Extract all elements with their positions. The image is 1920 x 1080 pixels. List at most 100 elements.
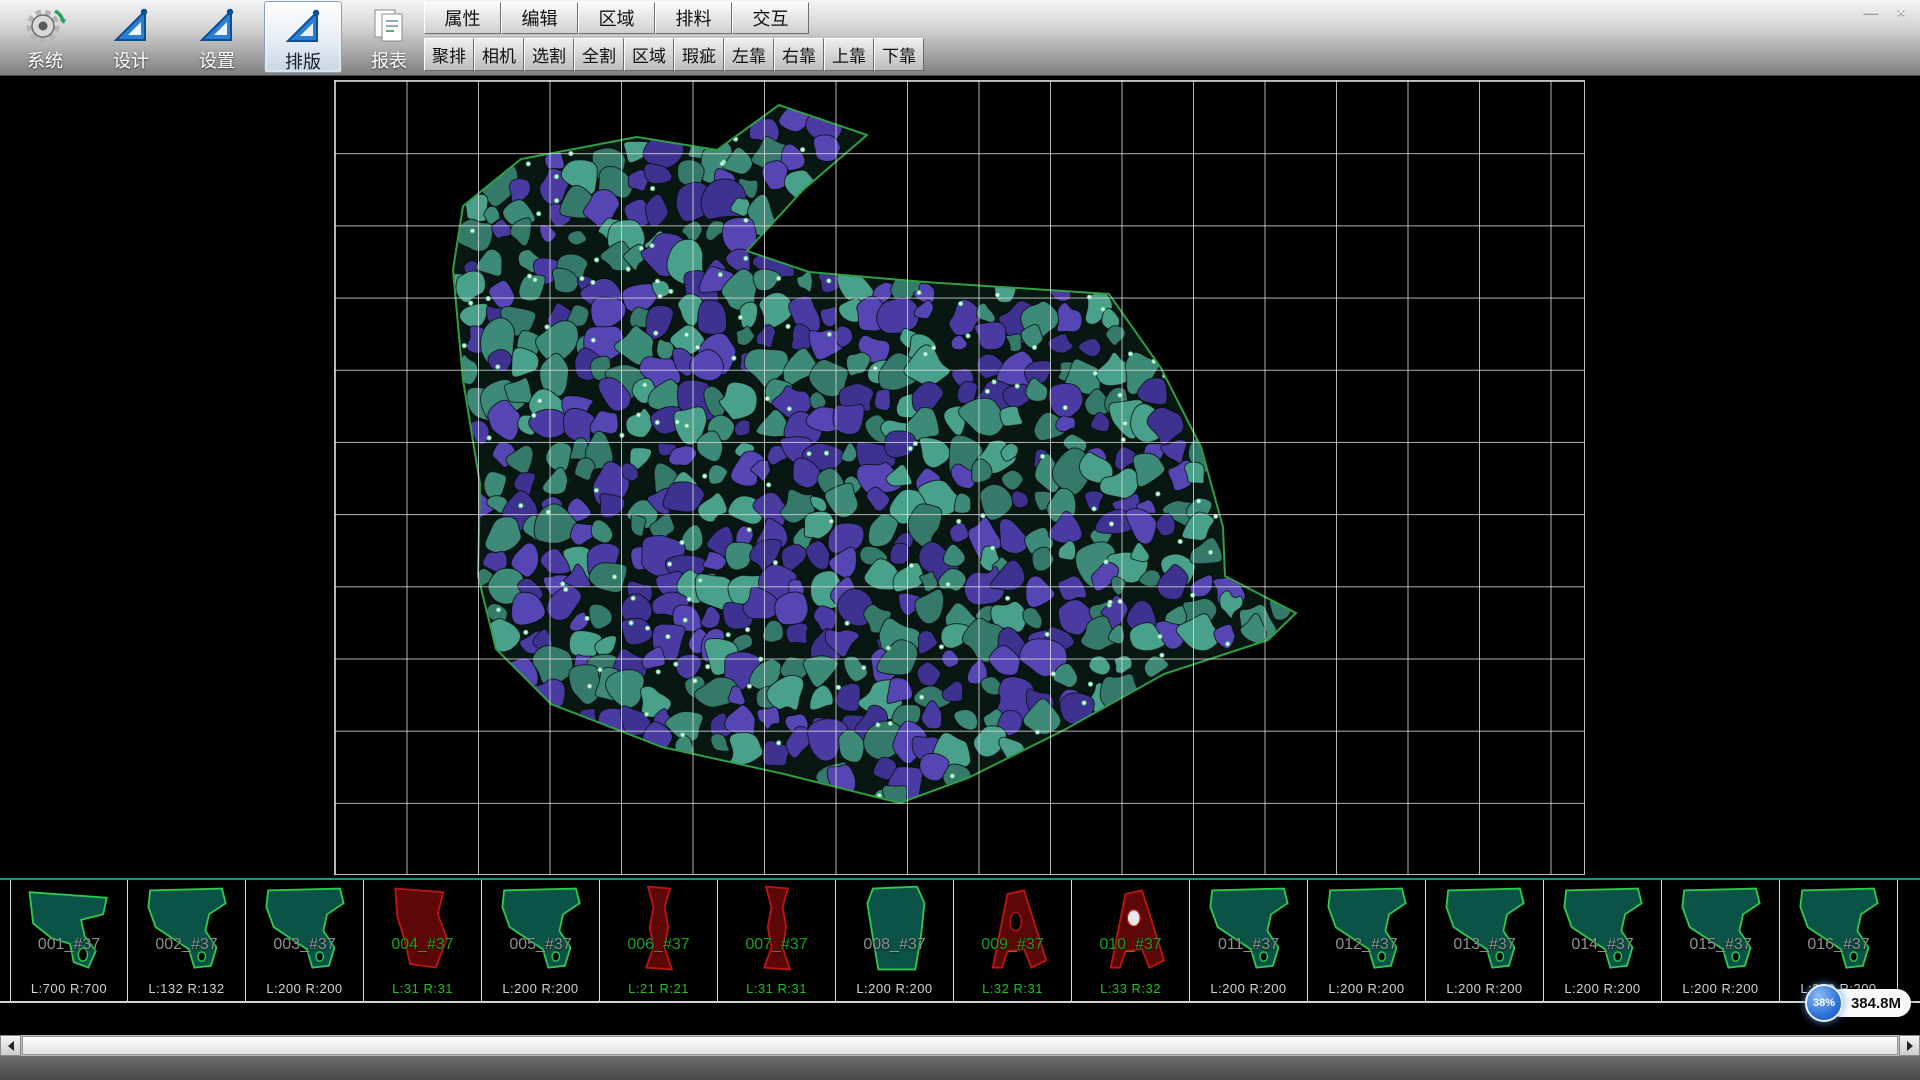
piece-name: 015_#37: [1662, 936, 1779, 954]
report-icon: [367, 5, 411, 45]
piece-thumbnail[interactable]: 002_#37 L:132 R:132: [128, 880, 246, 1001]
piece-name: 012_#37: [1308, 936, 1425, 954]
menu-tab-nesting[interactable]: 排料: [655, 2, 732, 34]
action-cut-all[interactable]: 全割: [574, 38, 624, 71]
piece-counts: L:200 R:200: [1662, 981, 1779, 996]
toolbar-button-report[interactable]: 报表: [350, 1, 428, 73]
toolbar-button-label: 排版: [285, 48, 321, 74]
piece-thumbnail[interactable]: 016_#37L:200 R:200: [1780, 880, 1898, 1001]
bottom-status-bar: [0, 1056, 1920, 1080]
piece-thumbnail[interactable]: 015_#37 L:200 R:200: [1662, 880, 1780, 1001]
piece-name: 016_#37: [1780, 936, 1897, 954]
piece-shape: [255, 883, 355, 975]
piece-thumbnail[interactable]: 010_#37 L:33 R:32: [1072, 880, 1190, 1001]
action-select-cut[interactable]: 选割: [524, 38, 574, 71]
action-toolbar: 聚排相机选割全割区域瑕疵左靠右靠上靠下靠: [424, 38, 924, 71]
set-square-icon: [109, 5, 153, 45]
close-button[interactable]: ×: [1890, 3, 1912, 21]
piece-counts: L:200 R:200: [1308, 981, 1425, 996]
action-snap-top[interactable]: 上靠: [824, 38, 874, 71]
piece-thumbnail[interactable]: 001_#37 L:700 R:700: [10, 880, 128, 1001]
piece-counts: L:132 R:132: [128, 981, 245, 996]
toolbar-button-label: 设计: [113, 47, 149, 73]
toolbar-button-design[interactable]: 设计: [92, 1, 170, 73]
toolbar-button-label: 系统: [27, 47, 63, 73]
piece-counts: L:21 R:21: [600, 981, 717, 996]
piece-name: 014_#37: [1544, 936, 1661, 954]
action-defect[interactable]: 瑕疵: [674, 38, 724, 71]
piece-thumbnail[interactable]: 009_#37L:32 R:31: [954, 880, 1072, 1001]
piece-name: 002_#37: [128, 936, 245, 954]
scroll-right-button[interactable]: [1899, 1035, 1920, 1056]
piece-name: 005_#37: [482, 936, 599, 954]
scroll-thumb[interactable]: [22, 1036, 1898, 1055]
action-region[interactable]: 区域: [624, 38, 674, 71]
progress-value: 38%: [1813, 997, 1835, 1009]
piece-counts: L:700 R:700: [11, 981, 127, 996]
piece-counts: L:200 R:200: [246, 981, 363, 996]
horizontal-scrollbar[interactable]: [0, 1035, 1920, 1056]
toolbar-button-layout[interactable]: 排版: [264, 1, 342, 73]
toolbar-button-system[interactable]: 系统: [6, 1, 84, 73]
piece-shape: [1789, 883, 1889, 975]
progress-badge[interactable]: 38%: [1805, 984, 1843, 1022]
action-cluster-nest[interactable]: 聚排: [424, 38, 474, 71]
action-snap-right[interactable]: 右靠: [774, 38, 824, 71]
piece-thumbnail[interactable]: 011_#37L:200 R:200: [1190, 880, 1308, 1001]
piece-thumbnail[interactable]: 012_#37 L:200 R:200: [1308, 880, 1426, 1001]
piece-shape: [1671, 883, 1771, 975]
menu-tab-region[interactable]: 区域: [578, 2, 655, 34]
piece-name: 003_#37: [246, 936, 363, 954]
piece-thumbnail[interactable]: 013_#37L:200 R:200: [1426, 880, 1544, 1001]
piece-shape: [727, 883, 827, 975]
scroll-left-button[interactable]: [0, 1035, 21, 1056]
piece-name: 008_#37: [836, 936, 953, 954]
piece-thumbnail[interactable]: 008_#37L:200 R:200: [836, 880, 954, 1001]
piece-thumbnail[interactable]: 005_#37 L:200 R:200: [482, 880, 600, 1001]
action-snap-bottom[interactable]: 下靠: [874, 38, 924, 71]
piece-counts: L:31 R:31: [718, 981, 835, 996]
right-arrow-icon: [1907, 1041, 1913, 1051]
hide-shape[interactable]: [0, 76, 1920, 878]
piece-shape: [20, 883, 120, 975]
toolbar-button-label: 设置: [199, 47, 235, 73]
set-square-icon: [195, 5, 239, 45]
piece-name: 007_#37: [718, 936, 835, 954]
action-camera[interactable]: 相机: [474, 38, 524, 71]
piece-counts: L:200 R:200: [482, 981, 599, 996]
piece-shape: [1553, 883, 1653, 975]
piece-thumbnail[interactable]: 004_#37 L:31 R:31: [364, 880, 482, 1001]
piece-thumbnail[interactable]: 007_#37 L:31 R:31: [718, 880, 836, 1001]
menu-tab-properties[interactable]: 属性: [424, 2, 501, 34]
piece-thumbnail[interactable]: 014_#37L:200 R:200: [1544, 880, 1662, 1001]
piece-name: 001_#37: [11, 936, 127, 954]
app-toolbar: 系统 设计 设置 排版 报表: [6, 1, 428, 75]
piece-name: 004_#37: [364, 936, 481, 954]
piece-counts: L:31 R:31: [364, 981, 481, 996]
menu-tab-bar: 属性编辑区域排料交互: [424, 2, 809, 34]
piece-name: 010_#37: [1072, 936, 1189, 954]
piece-shape: [963, 883, 1063, 975]
piece-shape: [373, 883, 473, 975]
piece-counts: L:33 R:32: [1072, 981, 1189, 996]
piece-thumbnail[interactable]: 006_#37L:21 R:21: [600, 880, 718, 1001]
piece-name: 011_#37: [1190, 936, 1307, 954]
minimize-button[interactable]: —: [1860, 3, 1882, 21]
piece-thumbnail[interactable]: 003_#37 L:200 R:200: [246, 880, 364, 1001]
toolbar-button-settings[interactable]: 设置: [178, 1, 256, 73]
nesting-canvas[interactable]: [0, 76, 1920, 878]
piece-counts: L:200 R:200: [1426, 981, 1543, 996]
piece-shape: [1081, 883, 1181, 975]
piece-shape: [1199, 883, 1299, 975]
window-controls: — ×: [1860, 3, 1912, 21]
piece-shape: [1317, 883, 1417, 975]
set-square-icon: [281, 6, 325, 46]
piece-counts: L:32 R:31: [954, 981, 1071, 996]
action-snap-left[interactable]: 左靠: [724, 38, 774, 71]
left-arrow-icon: [8, 1041, 14, 1051]
menu-tab-interact[interactable]: 交互: [732, 2, 809, 34]
menu-tab-edit[interactable]: 编辑: [501, 2, 578, 34]
piece-shape: [491, 883, 591, 975]
piece-shape: [137, 883, 237, 975]
gear-icon: [23, 5, 67, 45]
